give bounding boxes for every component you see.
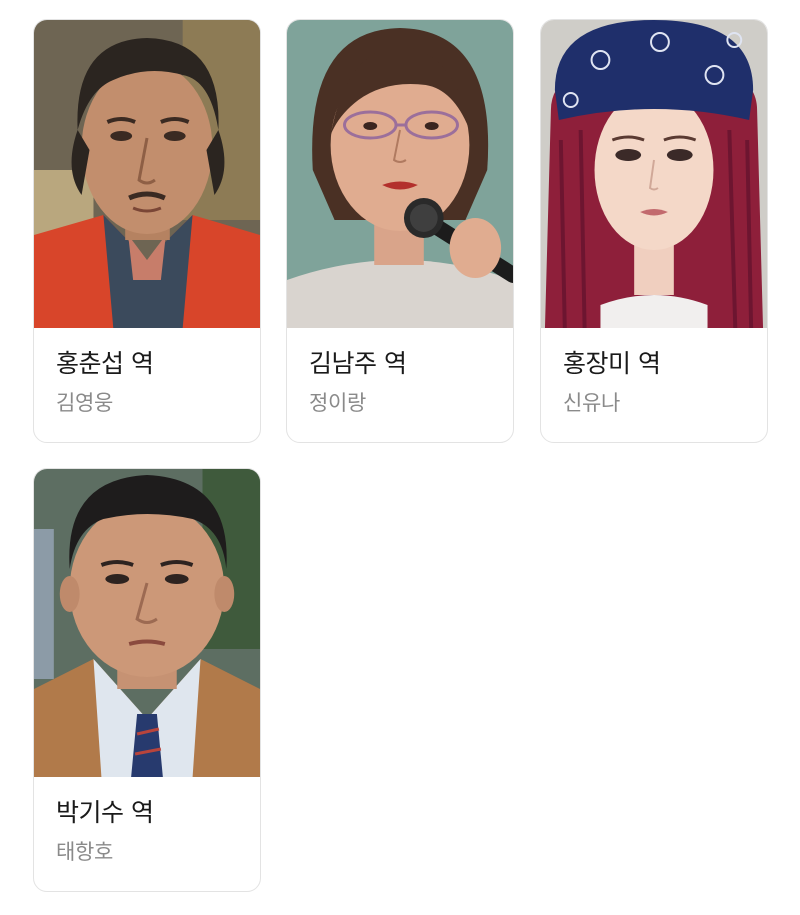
portrait-photo-icon — [541, 20, 767, 328]
portrait-photo-icon — [287, 20, 513, 328]
cast-card[interactable]: 홍춘섭 역 김영웅 — [33, 19, 261, 443]
actor-name: 정이랑 — [309, 391, 367, 415]
actor-name: 태항호 — [56, 840, 114, 864]
cast-card[interactable]: 김남주 역 정이랑 — [286, 19, 514, 443]
actor-photo — [34, 20, 260, 328]
card-info: 홍춘섭 역 김영웅 — [34, 328, 260, 416]
actor-name: 신유나 — [563, 391, 621, 415]
actor-name: 김영웅 — [56, 391, 114, 415]
actor-photo — [287, 20, 513, 328]
card-info: 박기수 역 태항호 — [34, 777, 260, 865]
role-name: 홍춘섭 역 — [56, 349, 154, 378]
role-name: 박기수 역 — [56, 798, 154, 827]
cast-card[interactable]: 박기수 역 태항호 — [33, 468, 261, 892]
portrait-photo-icon — [34, 20, 260, 328]
role-name: 홍장미 역 — [563, 349, 661, 378]
card-info: 김남주 역 정이랑 — [287, 328, 513, 416]
portrait-photo-icon — [34, 469, 260, 777]
cast-card[interactable]: 홍장미 역 신유나 — [540, 19, 768, 443]
card-info: 홍장미 역 신유나 — [541, 328, 767, 416]
cast-grid: 홍춘섭 역 김영웅 김남주 역 정이랑 홍장미 역 신유나 박기수 역 태항호 — [0, 0, 800, 915]
actor-photo — [34, 469, 260, 777]
actor-photo — [541, 20, 767, 328]
role-name: 김남주 역 — [309, 349, 407, 378]
